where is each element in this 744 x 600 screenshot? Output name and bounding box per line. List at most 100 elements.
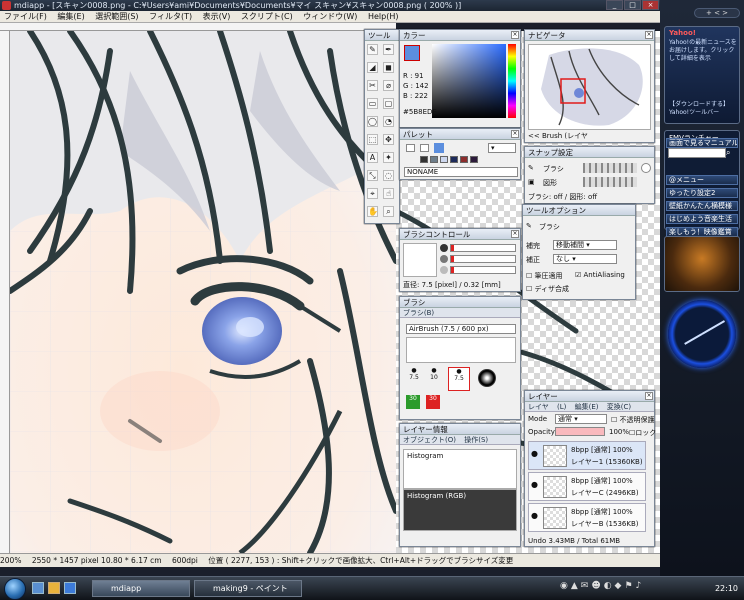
palette-current-color[interactable] [434,143,444,153]
fmv-launcher-item[interactable]: ゆったり設定2 [666,188,738,198]
palette-menu-dropdown[interactable]: ▾ [488,143,516,153]
layer-row[interactable]: ● 8bpp [通常] 100% レイヤー1 (15360KB) [528,441,646,470]
drawing-canvas[interactable] [10,31,396,553]
tool-button[interactable]: ⌕ [383,206,394,217]
tab-operation[interactable]: 操作(S) [464,436,488,444]
tool-button[interactable]: ⌀ [383,80,394,91]
maximize-button[interactable]: □ [624,0,641,10]
color-panel-close-button[interactable]: × [511,31,519,39]
tool-button[interactable]: ▢ [383,98,394,109]
minimize-button[interactable]: _ [606,0,623,10]
fmv-launcher-item[interactable]: 壁紙かんたん横模様 [666,201,738,211]
search-icon[interactable]: ⌕ [726,148,738,158]
density-slider[interactable] [450,266,516,274]
tab-object[interactable]: オブジェクト(O) [403,436,456,444]
palette-swatch[interactable] [440,156,448,163]
palette-swatch[interactable] [460,156,468,163]
eye-icon[interactable]: ● [531,449,538,458]
news-link[interactable]: 【ダウンロードする】 Yahoo!ツールバー [669,101,737,117]
brush-preset[interactable]: ● 10 [426,367,442,387]
menu-selection[interactable]: 選択範囲(S) [91,12,142,21]
snap-shape-options[interactable] [583,177,637,187]
correct-dropdown[interactable]: なし ▾ [553,254,617,264]
tool-button[interactable]: ⬚ [367,134,378,145]
tool-button[interactable]: ▭ [367,98,378,109]
tool-button[interactable]: ✂ [367,80,378,91]
next-icon[interactable]: > [722,9,728,17]
tool-button[interactable]: ✋ [367,206,378,217]
opacity-slider[interactable] [450,255,516,263]
snap-brush-toggle[interactable] [641,163,651,173]
tool-button[interactable]: ⤡ [367,170,378,181]
pressure-checkbox[interactable]: ☐ 筆圧適用 [526,271,563,281]
tool-button[interactable]: ✥ [383,134,394,145]
palette-remove-button[interactable] [420,144,429,152]
palette-swatch[interactable] [430,156,438,163]
layer-opacity-slider[interactable] [555,427,605,436]
keep-alpha-checkbox[interactable]: ☐ 不透明保護 [611,415,655,425]
tool-button[interactable]: ◯ [367,116,378,127]
brush-preset-red[interactable]: 30 [426,395,440,409]
navigator-thumbnail[interactable] [528,44,651,130]
close-button[interactable]: × [642,0,659,10]
add-gadget-icon[interactable]: + [706,9,712,17]
brush-tab[interactable]: ブラシ(B) [403,309,434,317]
eye-icon[interactable]: ● [531,480,538,489]
size-slider[interactable] [450,244,516,252]
palette-name-field[interactable]: NONAME [404,167,518,177]
layer-panel-close-button[interactable]: × [645,392,653,400]
menu-file[interactable]: ファイル(F) [0,12,51,21]
layer-row[interactable]: ● 8bpp [通常] 100% レイヤーB (1536KB) [528,503,646,532]
start-button[interactable] [4,578,26,600]
palette-swatch[interactable] [470,156,478,163]
quicklaunch-icon[interactable] [48,582,60,594]
fmv-launcher-item[interactable]: はじめよう音楽生活 [666,214,738,224]
fmv-launcher-item[interactable]: 画面で見るマニュアル [666,138,738,148]
layer-row[interactable]: ● 8bpp [通常] 100% レイヤーC (2496KB) [528,472,646,501]
brush-preset-green[interactable]: 30 [406,395,420,409]
antialias-checkbox[interactable]: ☑ AntiAliasing [575,271,625,279]
brush-control-close-button[interactable]: × [511,230,519,238]
brush-preset-selected[interactable]: ● 7.5 [448,367,470,391]
tab-layer-convert[interactable]: 変換(C) [607,403,631,411]
palette-swatch[interactable] [420,156,428,163]
saturation-value-picker[interactable] [432,44,506,118]
menu-filter[interactable]: フィルタ(T) [145,12,196,21]
news-gadget[interactable]: Yahoo! Yahoo!の最新ニュースをお届けします。クリックして詳細を表示 … [664,26,740,124]
menu-help[interactable]: Help(H) [364,12,403,21]
tab-layer-edit[interactable]: 編集(E) [575,403,599,411]
hue-slider[interactable] [508,44,516,118]
menu-window[interactable]: ウィンドウ(W) [299,12,361,21]
system-tray[interactable]: ◉▲✉☻◐◆⚑♪ [560,581,700,596]
slideshow-gadget[interactable] [664,236,740,292]
tool-button[interactable]: ✒ [383,44,394,55]
lock-checkbox[interactable]: ☐ロック [629,428,656,438]
palette-add-button[interactable] [406,144,415,152]
sidebar-controls[interactable]: + < > [694,8,740,18]
navigator-panel-close-button[interactable]: × [645,31,653,39]
taskbar-item-paint[interactable]: making9 - ペイント [194,580,302,597]
tool-button[interactable]: ☝ [383,188,394,199]
brush-select[interactable]: AirBrush (7.5 / 600 px) [406,324,516,334]
palette-panel-close-button[interactable]: × [511,130,519,138]
menu-edit[interactable]: 編集(E) [53,12,88,21]
brush-preset-soft[interactable] [478,369,496,387]
taskbar-clock[interactable]: 22:10 [715,580,738,597]
tool-button[interactable]: ◔ [383,116,394,127]
interp-dropdown[interactable]: 移動補間 ▾ [553,240,617,250]
tab-layer-l[interactable]: (L) [557,403,566,411]
brush-preset[interactable]: ● 7.5 [406,367,422,387]
tool-button[interactable]: ◌ [383,170,394,181]
tool-button[interactable]: ◢ [367,62,378,73]
menu-script[interactable]: スクリプト(C) [237,12,297,21]
fmv-search-input[interactable] [668,148,726,158]
tool-button[interactable]: ⌖ [367,188,378,199]
prev-icon[interactable]: < [714,9,720,17]
primary-color-swatch[interactable] [404,45,420,61]
eye-icon[interactable]: ● [531,511,538,520]
palette-swatch[interactable] [450,156,458,163]
layer-mode-dropdown[interactable]: 通常 ▾ [555,414,607,424]
menu-view[interactable]: 表示(V) [199,12,235,21]
ie-icon[interactable] [64,582,76,594]
dither-checkbox[interactable]: ☐ ディザ合成 [526,284,569,294]
